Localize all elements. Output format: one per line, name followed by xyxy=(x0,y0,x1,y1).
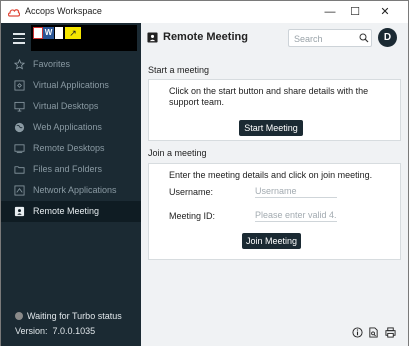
meeting-icon xyxy=(14,206,25,217)
document-search-icon[interactable] xyxy=(368,327,379,338)
start-meeting-heading: Start a meeting xyxy=(148,65,210,75)
pdf-icon xyxy=(33,27,43,39)
sidebar-item-favorites[interactable]: Favorites xyxy=(1,54,141,75)
info-icon[interactable] xyxy=(352,327,363,338)
sidebar-item-label: Remote Desktops xyxy=(33,143,105,153)
remote-desktop-icon xyxy=(14,144,25,154)
sidebar-item-label: Favorites xyxy=(33,59,71,69)
sidebar-item-label: Files and Folders xyxy=(33,164,103,174)
join-meeting-heading: Join a meeting xyxy=(148,148,207,158)
sidebar-item-remote-desktops[interactable]: Remote Desktops xyxy=(1,138,141,159)
globe-icon xyxy=(14,122,25,133)
version-label: Version: xyxy=(15,326,48,336)
search-icon[interactable] xyxy=(359,33,369,43)
sidebar-item-virtual-desktops[interactable]: Virtual Desktops xyxy=(1,96,141,117)
sidebar-item-label: Virtual Applications xyxy=(33,80,109,90)
print-icon[interactable] xyxy=(385,327,396,338)
username-field[interactable] xyxy=(255,185,337,198)
meeting-id-field[interactable] xyxy=(255,209,337,222)
status-indicator xyxy=(15,312,23,320)
star-icon xyxy=(14,59,25,70)
sidebar-item-label: Virtual Desktops xyxy=(33,101,99,111)
minimize-button[interactable]: — xyxy=(319,3,341,21)
join-meeting-card: Enter the meeting details and click on j… xyxy=(148,163,401,260)
redacted-banner: W ↗ xyxy=(31,25,137,51)
folder-icon xyxy=(14,166,25,174)
shortcut-icon: ↗ xyxy=(65,27,81,39)
page-title: Remote Meeting xyxy=(163,31,248,43)
apps-icon xyxy=(14,80,25,91)
username-label: Username: xyxy=(169,187,214,197)
sidebar-item-web-applications[interactable]: Web Applications xyxy=(1,117,141,138)
sidebar-item-network-applications[interactable]: Network Applications xyxy=(1,180,141,201)
start-meeting-card: Click on the start button and share deta… xyxy=(148,79,401,141)
version-info: Version: 7.0.0.1035 xyxy=(15,326,95,336)
network-icon xyxy=(14,185,25,196)
status-text: Waiting for Turbo status xyxy=(27,311,122,321)
app-window: Accops Workspace — ☐ ✕ W ↗ Favorites Vir… xyxy=(0,0,409,346)
sidebar-item-virtual-applications[interactable]: Virtual Applications xyxy=(1,75,141,96)
word-icon: W xyxy=(43,27,54,39)
sidebar-nav: Favorites Virtual Applications Virtual D… xyxy=(1,54,141,222)
avatar[interactable]: D xyxy=(378,28,397,47)
sidebar: W ↗ Favorites Virtual Applications Virtu… xyxy=(1,23,141,346)
title-bar: Accops Workspace — ☐ ✕ xyxy=(1,1,408,23)
file-icon xyxy=(55,27,63,39)
sidebar-item-label: Remote Meeting xyxy=(33,206,100,216)
monitor-icon xyxy=(14,101,25,112)
close-button[interactable]: ✕ xyxy=(374,3,396,21)
start-meeting-description: Click on the start button and share deta… xyxy=(169,86,369,107)
main-content: Remote Meeting D Start a meeting Click o… xyxy=(141,23,408,346)
join-meeting-description: Enter the meeting details and click on j… xyxy=(169,170,373,180)
start-meeting-button[interactable]: Start Meeting xyxy=(239,120,303,136)
search-box[interactable] xyxy=(288,29,372,47)
meeting-id-label: Meeting ID: xyxy=(169,211,216,221)
sidebar-item-remote-meeting[interactable]: Remote Meeting xyxy=(1,201,141,222)
sidebar-item-label: Network Applications xyxy=(33,185,117,195)
join-meeting-button[interactable]: Join Meeting xyxy=(242,233,301,249)
sidebar-item-label: Web Applications xyxy=(33,122,102,132)
sidebar-item-files-and-folders[interactable]: Files and Folders xyxy=(1,159,141,180)
taskbar-icons: W ↗ xyxy=(33,27,83,39)
window-title: Accops Workspace xyxy=(25,6,102,16)
hamburger-menu-icon[interactable] xyxy=(13,33,25,44)
maximize-button[interactable]: ☐ xyxy=(344,3,366,21)
accops-logo-icon xyxy=(8,9,20,17)
meeting-icon xyxy=(147,32,158,43)
version-value: 7.0.0.1035 xyxy=(52,326,96,336)
search-input[interactable] xyxy=(294,33,356,44)
